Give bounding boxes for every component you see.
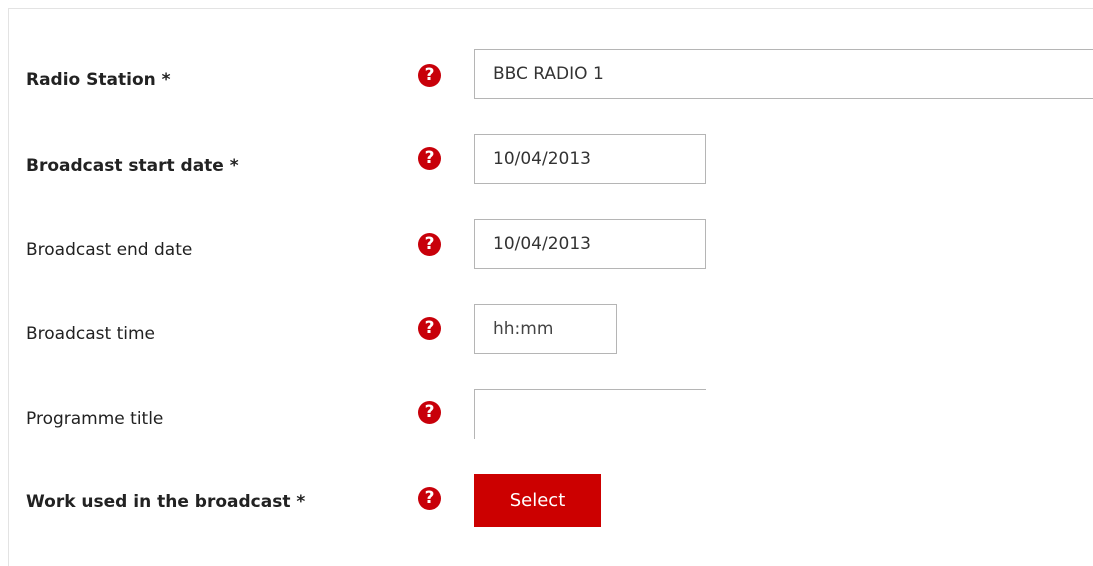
radio-station-input[interactable]: [474, 49, 1093, 99]
broadcast-end-date-label: Broadcast end date: [26, 240, 193, 260]
work-used-help-icon[interactable]: ?: [418, 487, 441, 510]
radio-station-label: Radio Station *: [26, 70, 171, 90]
programme-title-input[interactable]: [474, 389, 706, 439]
broadcast-time-label: Broadcast time: [26, 324, 155, 344]
broadcast-end-date-help-icon[interactable]: ?: [418, 233, 441, 256]
work-used-label: Work used in the broadcast *: [26, 492, 306, 512]
radio-station-help-icon[interactable]: ?: [418, 64, 441, 87]
broadcast-end-date-input[interactable]: [474, 219, 706, 269]
broadcast-time-input[interactable]: [474, 304, 617, 354]
select-work-button[interactable]: Select: [474, 474, 601, 527]
broadcast-time-help-icon[interactable]: ?: [418, 317, 441, 340]
broadcast-start-date-help-icon[interactable]: ?: [418, 147, 441, 170]
programme-title-help-icon[interactable]: ?: [418, 401, 441, 424]
programme-title-label: Programme title: [26, 409, 164, 429]
broadcast-start-date-label: Broadcast start date *: [26, 156, 239, 176]
broadcast-start-date-input[interactable]: [474, 134, 706, 184]
